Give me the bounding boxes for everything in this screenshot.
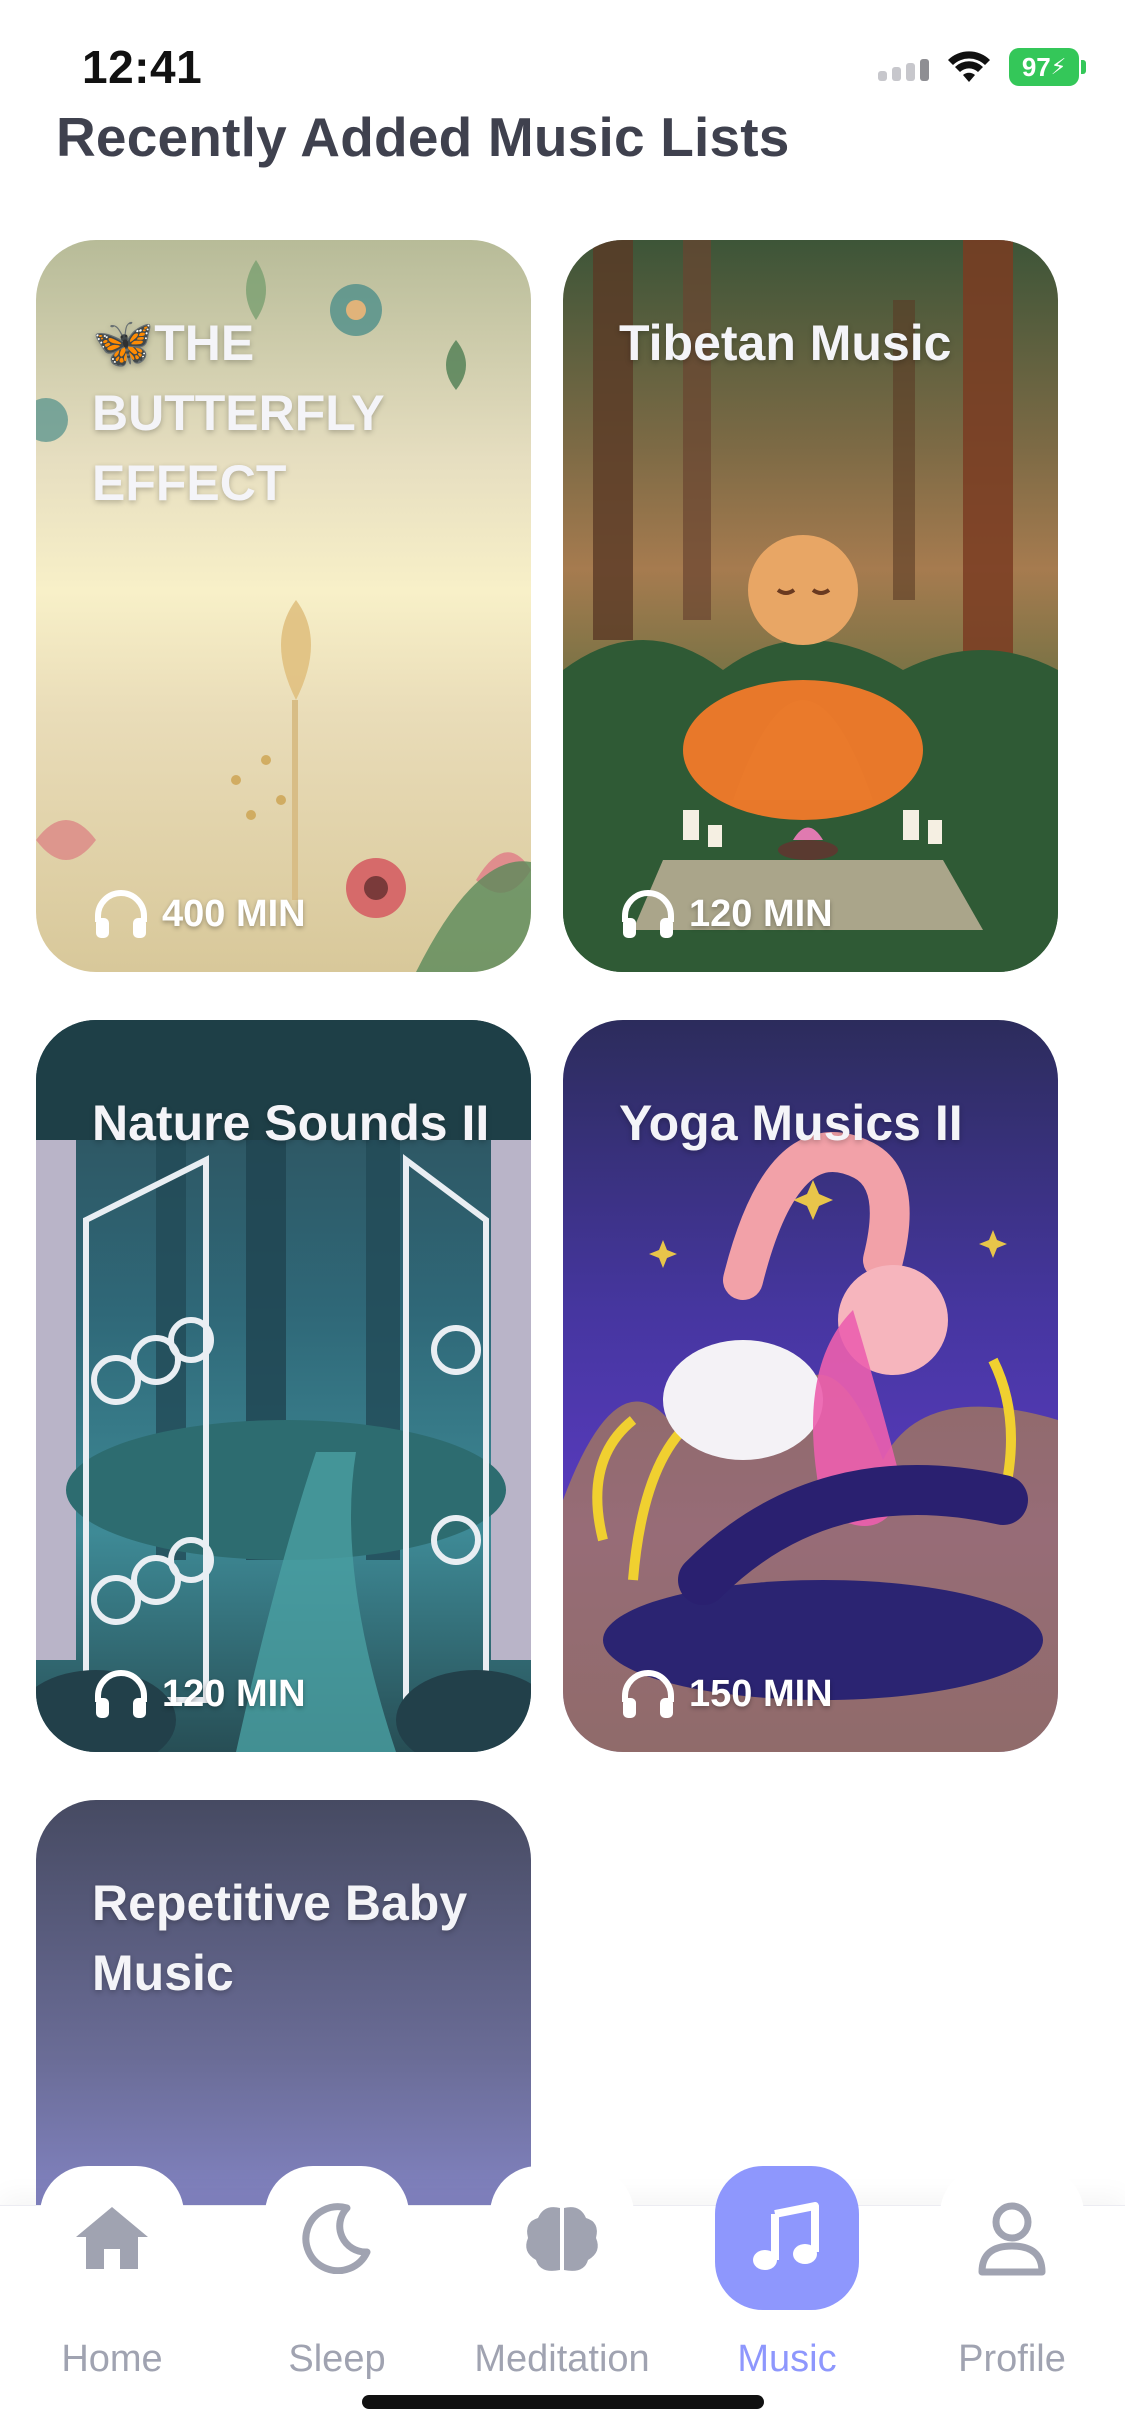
duration-label: 400 MIN bbox=[162, 892, 306, 935]
card-duration: 120 MIN bbox=[619, 888, 833, 940]
card-title: Tibetan Music bbox=[619, 315, 952, 371]
music-list-card[interactable]: Yoga Musics II 150 MIN bbox=[563, 1020, 1058, 1752]
tab-label: Meditation bbox=[474, 2338, 650, 2380]
tab-music[interactable]: Music bbox=[712, 2166, 862, 2381]
wifi-icon bbox=[947, 50, 991, 84]
status-bar: 12:41 97 ⚡ bbox=[0, 0, 1125, 100]
headphones-icon bbox=[622, 890, 674, 938]
music-note-icon bbox=[753, 2202, 819, 2270]
music-list-card[interactable]: Tibetan Music 120 MIN bbox=[563, 240, 1058, 972]
headphones-icon bbox=[95, 890, 147, 938]
music-list-card[interactable]: Nature Sounds II 120 MIN bbox=[36, 1020, 531, 1752]
headphones-icon bbox=[622, 1670, 674, 1718]
duration-label: 120 MIN bbox=[689, 892, 833, 935]
headphones-icon bbox=[95, 1670, 147, 1718]
page-title: Recently Added Music Lists bbox=[56, 106, 790, 168]
duration-label: 150 MIN bbox=[689, 1672, 833, 1715]
battery-level: 97 bbox=[1021, 51, 1051, 82]
tab-sleep[interactable]: Sleep bbox=[262, 2166, 412, 2381]
card-title: Nature Sounds II bbox=[92, 1095, 490, 1151]
card-title: Repetitive Baby Music bbox=[92, 1875, 468, 2001]
tab-icon-container bbox=[940, 2166, 1084, 2310]
duration-label: 120 MIN bbox=[162, 1672, 306, 1715]
home-icon bbox=[76, 2207, 148, 2269]
tab-home[interactable]: Home bbox=[37, 2166, 187, 2381]
tab-icon-container bbox=[715, 2166, 859, 2310]
battery-icon: 97 ⚡ bbox=[1009, 48, 1086, 86]
tab-label: Profile bbox=[958, 2338, 1066, 2380]
tab-icon-container bbox=[265, 2166, 409, 2310]
profile-icon bbox=[978, 2202, 1046, 2276]
status-indicators: 97 ⚡ bbox=[878, 48, 1086, 86]
tab-label: Sleep bbox=[288, 2338, 386, 2380]
tab-label: Music bbox=[737, 2338, 837, 2380]
card-title: 🦋THE BUTTERFLY EFFECT bbox=[92, 315, 384, 511]
tab-icon-container bbox=[490, 2166, 634, 2310]
status-time: 12:41 bbox=[82, 41, 203, 93]
tab-meditation[interactable]: Meditation bbox=[474, 2166, 650, 2381]
brain-icon bbox=[526, 2207, 598, 2271]
cellular-signal-icon bbox=[878, 53, 929, 81]
tab-label: Home bbox=[61, 2338, 163, 2380]
tab-profile[interactable]: Profile bbox=[937, 2166, 1087, 2381]
card-title: Yoga Musics II bbox=[619, 1095, 963, 1151]
card-duration: 400 MIN bbox=[92, 888, 306, 940]
moon-icon bbox=[302, 2203, 371, 2274]
tab-icon-container bbox=[40, 2166, 184, 2310]
home-indicator[interactable] bbox=[362, 2395, 764, 2409]
card-duration: 120 MIN bbox=[92, 1668, 306, 1720]
card-duration: 150 MIN bbox=[619, 1668, 833, 1720]
music-list-card[interactable]: 🦋THE BUTTERFLY EFFECT 400 MIN bbox=[36, 240, 531, 972]
